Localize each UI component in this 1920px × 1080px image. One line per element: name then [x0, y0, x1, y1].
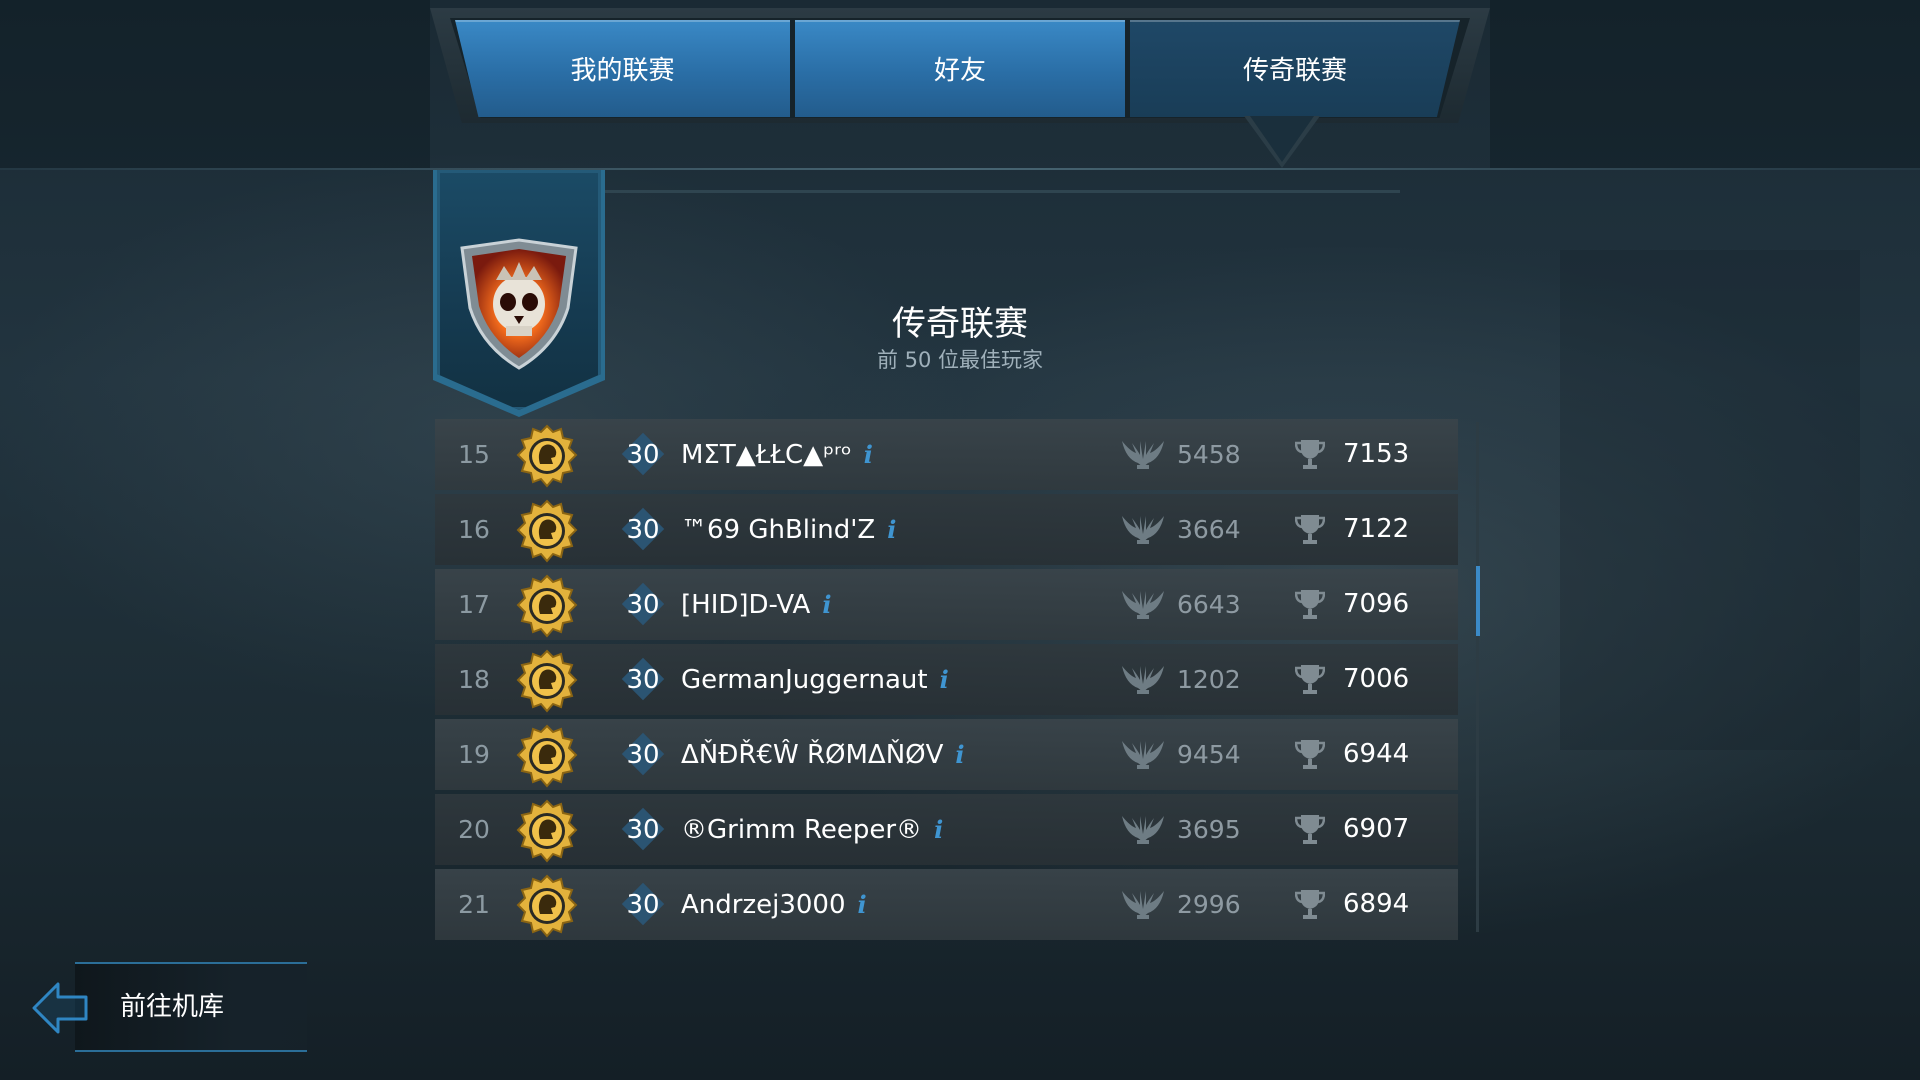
- background-shape: [1560, 250, 1860, 750]
- league-points: 3664: [1177, 515, 1241, 544]
- player-level: 30: [626, 515, 660, 545]
- player-level: 30: [626, 815, 660, 845]
- player-level: 30: [626, 890, 660, 920]
- rank-number: 21: [458, 890, 490, 919]
- league-skull-emblem-icon: [460, 238, 578, 370]
- rank-medal-icon: [516, 424, 578, 488]
- player-name-link[interactable]: GermanJuggernaut i: [681, 644, 949, 716]
- tab-friends[interactable]: 好友: [795, 20, 1125, 117]
- leaderboard-row[interactable]: 21 30 Andrzej3000 i 2996 6894: [435, 869, 1458, 940]
- back-to-hangar-button[interactable]: 前往机库: [30, 960, 307, 1054]
- league-points: 1202: [1177, 665, 1241, 694]
- player-name: MΣT▲ŁŁC▲ᵖʳᵒ: [681, 440, 852, 470]
- trophy-icon: [1295, 740, 1325, 769]
- player-name-link[interactable]: ™69 GhBlind'Z i: [681, 494, 896, 566]
- player-level: 30: [626, 590, 660, 620]
- player-name-link[interactable]: [HID]D-VA i: [681, 569, 831, 641]
- player-name: [HID]D-VA: [681, 590, 811, 620]
- league-subtitle: 前 50 位最佳玩家: [876, 348, 1044, 372]
- info-icon[interactable]: i: [822, 569, 831, 640]
- info-icon[interactable]: i: [934, 794, 943, 865]
- rank-medal-icon: [516, 649, 578, 713]
- leaderboard-row[interactable]: 20 30 ®Grimm Reeper® i 3695 6907: [435, 794, 1458, 865]
- player-name-link[interactable]: MΣT▲ŁŁC▲ᵖʳᵒ i: [681, 419, 873, 491]
- player-level: 30: [626, 740, 660, 770]
- leaderboard-list: 15 30 MΣT▲ŁŁC▲ᵖʳᵒ i 5458 7153 16 30 ™69 G…: [435, 419, 1458, 944]
- league-points: 2996: [1177, 890, 1241, 919]
- player-level: 30: [626, 665, 660, 695]
- tab-label: 传奇联赛: [1242, 56, 1347, 86]
- tab-label: 我的联赛: [570, 56, 675, 86]
- rank-medal-icon: [516, 874, 578, 938]
- trophy-count: 7153: [1343, 439, 1410, 469]
- header-divider: [0, 168, 1920, 170]
- trophy-count: 6894: [1343, 889, 1410, 919]
- league-points-icon: [1122, 591, 1164, 619]
- tab-selection-pointer: [1250, 116, 1314, 162]
- tab-my-league[interactable]: 我的联赛: [455, 20, 790, 117]
- leaderboard-row[interactable]: 16 30 ™69 GhBlind'Z i 3664 7122: [435, 494, 1458, 565]
- league-points: 6643: [1177, 590, 1241, 619]
- back-button-label: 前往机库: [120, 992, 225, 1022]
- trophy-icon: [1295, 665, 1325, 694]
- info-icon[interactable]: i: [887, 494, 896, 565]
- leaderboard-row[interactable]: 17 30 [HID]D-VA i 6643 7096: [435, 569, 1458, 640]
- rank-number: 19: [458, 740, 490, 769]
- info-icon[interactable]: i: [858, 869, 867, 940]
- background-shape: [0, 0, 430, 168]
- league-points-icon: [1122, 441, 1164, 469]
- trophy-count: 6907: [1343, 814, 1410, 844]
- tab-label: 好友: [933, 56, 986, 86]
- league-points-icon: [1122, 891, 1164, 919]
- player-name-link[interactable]: ΔŇĐŘ€Ŵ ŘØMΔŇØV i: [681, 719, 965, 791]
- league-points-icon: [1122, 741, 1164, 769]
- player-name: Andrzej3000: [681, 890, 846, 920]
- trophy-count: 7006: [1343, 664, 1410, 694]
- player-name: GermanJuggernaut: [681, 665, 928, 695]
- league-points: 5458: [1177, 440, 1241, 469]
- rank-number: 16: [458, 515, 490, 544]
- rank-medal-icon: [516, 799, 578, 863]
- scrollbar-track[interactable]: [1476, 422, 1479, 932]
- player-level: 30: [626, 440, 660, 470]
- trophy-icon: [1295, 440, 1325, 469]
- scrollbar-thumb[interactable]: [1476, 566, 1480, 636]
- back-arrow-icon: [32, 982, 88, 1034]
- league-points: 3695: [1177, 815, 1241, 844]
- tab-legend-league[interactable]: 传奇联赛: [1130, 20, 1460, 117]
- league-points-icon: [1122, 516, 1164, 544]
- trophy-count: 6944: [1343, 739, 1410, 769]
- player-name: ®Grimm Reeper®: [681, 815, 923, 845]
- trophy-count: 7096: [1343, 589, 1410, 619]
- trophy-icon: [1295, 815, 1325, 844]
- rank-number: 17: [458, 590, 490, 619]
- league-title: 传奇联赛: [892, 304, 1028, 344]
- rank-medal-icon: [516, 574, 578, 638]
- rank-number: 15: [458, 440, 490, 469]
- leaderboard-row[interactable]: 18 30 GermanJuggernaut i 1202 7006: [435, 644, 1458, 715]
- trophy-icon: [1295, 590, 1325, 619]
- rank-number: 20: [458, 815, 490, 844]
- rank-medal-icon: [516, 724, 578, 788]
- info-icon[interactable]: i: [864, 419, 873, 490]
- background-shape: [1490, 0, 1920, 168]
- panel-divider: [600, 190, 1400, 193]
- league-points-icon: [1122, 666, 1164, 694]
- player-name-link[interactable]: Andrzej3000 i: [681, 869, 867, 941]
- rank-medal-icon: [516, 499, 578, 563]
- info-icon[interactable]: i: [955, 719, 964, 790]
- info-icon[interactable]: i: [940, 644, 949, 715]
- league-points: 9454: [1177, 740, 1241, 769]
- trophy-icon: [1295, 515, 1325, 544]
- player-name: ΔŇĐŘ€Ŵ ŘØMΔŇØV: [681, 740, 944, 770]
- trophy-count: 7122: [1343, 514, 1410, 544]
- leaderboard-row[interactable]: 15 30 MΣT▲ŁŁC▲ᵖʳᵒ i 5458 7153: [435, 419, 1458, 490]
- player-name-link[interactable]: ®Grimm Reeper® i: [681, 794, 943, 866]
- league-points-icon: [1122, 816, 1164, 844]
- player-name: ™69 GhBlind'Z: [681, 515, 876, 545]
- trophy-icon: [1295, 890, 1325, 919]
- leaderboard-row[interactable]: 19 30 ΔŇĐŘ€Ŵ ŘØMΔŇØV i 9454 6944: [435, 719, 1458, 790]
- rank-number: 18: [458, 665, 490, 694]
